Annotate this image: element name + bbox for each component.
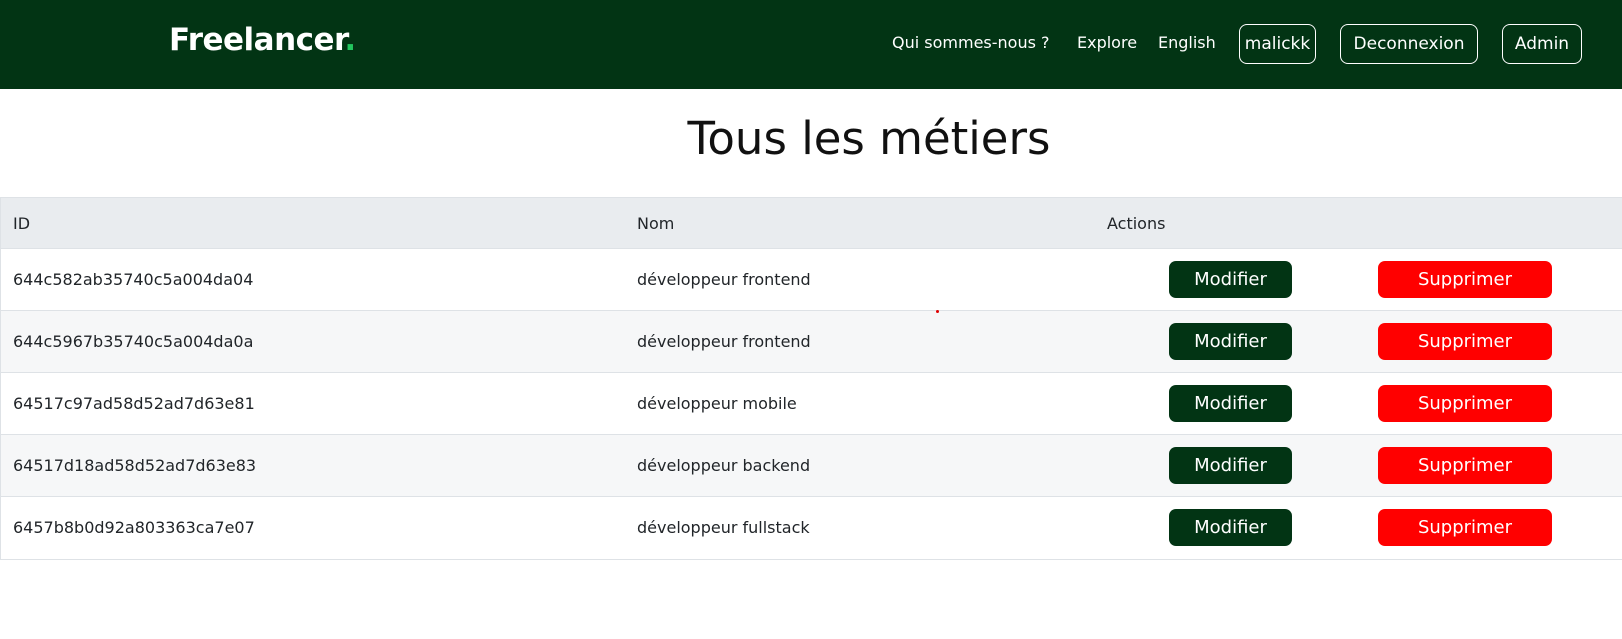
- row-name: développeur mobile: [637, 394, 797, 413]
- table-row: 644c5967b35740c5a004da0a développeur fro…: [1, 311, 1622, 373]
- nav-link-language[interactable]: English: [1158, 33, 1216, 52]
- brand-logo[interactable]: Freelancer.: [169, 22, 356, 58]
- admin-button[interactable]: Admin: [1502, 24, 1582, 64]
- row-id: 64517d18ad58d52ad7d63e83: [13, 456, 257, 475]
- edit-button[interactable]: Modifier: [1169, 261, 1292, 298]
- table-row: 64517c97ad58d52ad7d63e81 développeur mob…: [1, 373, 1622, 435]
- row-name: développeur fullstack: [637, 518, 810, 537]
- column-header-actions: Actions: [1107, 214, 1166, 233]
- edit-button[interactable]: Modifier: [1169, 447, 1292, 484]
- delete-button[interactable]: Supprimer: [1378, 447, 1552, 484]
- table-row: 644c582ab35740c5a004da04 développeur fro…: [1, 249, 1622, 311]
- brand-dot: .: [344, 22, 356, 58]
- delete-button[interactable]: Supprimer: [1378, 323, 1552, 360]
- jobs-table: ID Nom Actions 644c582ab35740c5a004da04 …: [0, 197, 1622, 560]
- delete-button[interactable]: Supprimer: [1378, 385, 1552, 422]
- row-name: développeur backend: [637, 456, 811, 475]
- edit-button[interactable]: Modifier: [1169, 323, 1292, 360]
- column-header-id: ID: [13, 214, 31, 233]
- table-header: ID Nom Actions: [1, 198, 1622, 249]
- edit-button[interactable]: Modifier: [1169, 509, 1292, 546]
- row-id: 644c582ab35740c5a004da04: [13, 270, 254, 289]
- delete-button[interactable]: Supprimer: [1378, 261, 1552, 298]
- table-row: 6457b8b0d92a803363ca7e07 développeur ful…: [1, 497, 1622, 559]
- nav-link-about[interactable]: Qui sommes-nous ?: [892, 33, 1050, 52]
- brand-name: Freelancer: [169, 22, 345, 58]
- row-name: développeur frontend: [637, 332, 811, 351]
- table-row: 64517d18ad58d52ad7d63e83 développeur bac…: [1, 435, 1622, 497]
- edit-button[interactable]: Modifier: [1169, 385, 1292, 422]
- user-button[interactable]: malickk: [1239, 24, 1316, 64]
- row-id: 64517c97ad58d52ad7d63e81: [13, 394, 255, 413]
- page-title: Tous les métiers: [687, 112, 1051, 165]
- cursor-dot: [936, 310, 939, 313]
- navbar: Freelancer. Qui sommes-nous ? Explore En…: [0, 0, 1622, 89]
- nav-link-explore[interactable]: Explore: [1077, 33, 1137, 52]
- logout-button[interactable]: Deconnexion: [1340, 24, 1478, 64]
- row-name: développeur frontend: [637, 270, 811, 289]
- column-header-name: Nom: [637, 214, 675, 233]
- row-id: 644c5967b35740c5a004da0a: [13, 332, 254, 351]
- delete-button[interactable]: Supprimer: [1378, 509, 1552, 546]
- row-id: 6457b8b0d92a803363ca7e07: [13, 518, 255, 537]
